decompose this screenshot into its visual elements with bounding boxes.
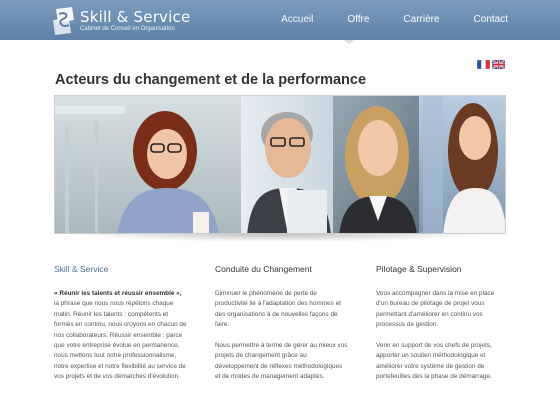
- column-pilotage-supervision: Pilotage & Supervision Vous accompagner …: [376, 264, 506, 393]
- column-paragraph: Venir en support de vos chefs de projets…: [376, 342, 492, 381]
- nav-item-carriere[interactable]: Carrière: [403, 0, 439, 40]
- nav-item-accueil[interactable]: Accueil: [281, 0, 313, 40]
- nav-item-offre[interactable]: Offre: [347, 0, 369, 40]
- hero-banner-image: [54, 95, 506, 234]
- flag-uk-icon[interactable]: [492, 60, 505, 69]
- column-title: Pilotage & Supervision: [376, 264, 462, 274]
- logo-subtitle: Cabinet de Conseil en Organisation: [80, 26, 175, 32]
- logo-title: Skill & Service: [80, 8, 191, 26]
- column-text: Diminuer le phénomène de perte de produc…: [215, 289, 349, 383]
- column-paragraph: Nous permettre à terme de gérer au mieux…: [215, 342, 348, 381]
- logo-mark-icon: [53, 7, 74, 35]
- top-header: Skill & Service Cabinet de Conseil en Or…: [0, 0, 560, 40]
- column-conduite-changement: Conduite du Changement Diminuer le phéno…: [215, 264, 349, 393]
- banner-shadow: [70, 234, 490, 242]
- column-paragraph: Vous accompagner dans la mise en place d…: [376, 290, 495, 329]
- column-skill-service: Skill & Service « Réunir les talents et …: [54, 264, 188, 383]
- column-title: Conduite du Changement: [215, 264, 312, 274]
- nav-item-contact[interactable]: Contact: [474, 0, 508, 40]
- language-switcher: [477, 60, 505, 69]
- active-nav-caret-icon: [344, 40, 354, 44]
- flag-france-icon[interactable]: [477, 60, 490, 69]
- intro-text: la phrase que nous nous répétons chaque …: [54, 300, 187, 381]
- column-title: Skill & Service: [54, 264, 109, 274]
- column-text: Vous accompagner dans la mise en place d…: [376, 289, 506, 383]
- column-text: « Réunir les talents et réussir ensemble…: [54, 289, 188, 383]
- column-paragraph: Diminuer le phénomène de perte de produc…: [215, 290, 341, 329]
- page-title: Acteurs du changement et de la performan…: [55, 72, 367, 88]
- hero-people-photo: [55, 96, 505, 233]
- intro-bold-text: « Réunir les talents et réussir ensemble…: [54, 290, 182, 297]
- main-nav: Accueil Offre Carrière Contact: [247, 0, 508, 40]
- site-logo[interactable]: Skill & Service Cabinet de Conseil en Or…: [50, 4, 190, 38]
